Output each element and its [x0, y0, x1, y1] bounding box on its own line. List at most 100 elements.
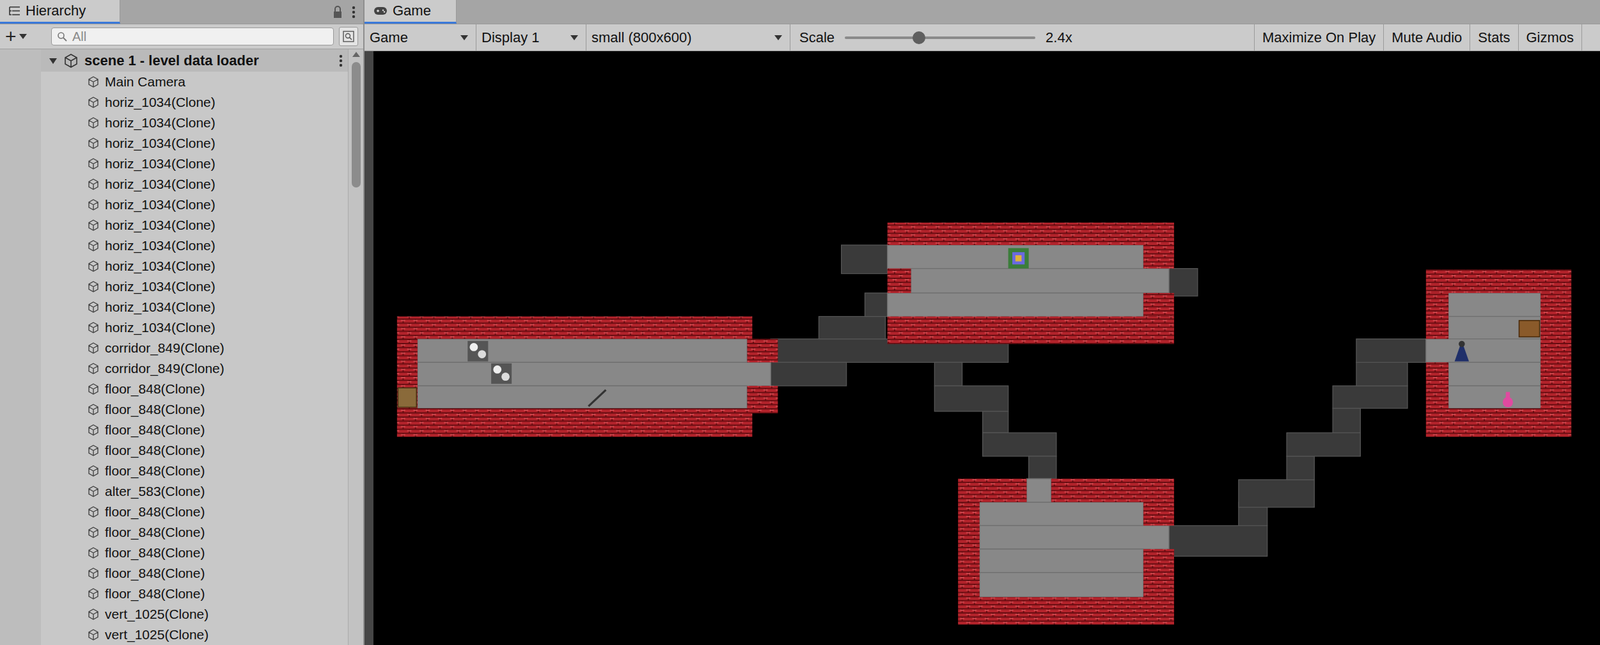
- hierarchy-panel: Hierarchy+Allscene 1 - level data loader…: [0, 0, 365, 645]
- gameobject-cube-icon: [86, 75, 100, 89]
- hierarchy-scrollbar[interactable]: [347, 49, 364, 645]
- altar-sprite: [1008, 248, 1029, 269]
- gameobject-cube-icon: [86, 484, 100, 498]
- hierarchy-item[interactable]: floor_848(Clone): [40, 419, 348, 440]
- hierarchy-item[interactable]: floor_848(Clone): [40, 501, 348, 522]
- player-sprite: [1454, 340, 1469, 362]
- scene-options-icon[interactable]: [338, 54, 343, 68]
- scale-slider[interactable]: [844, 36, 1036, 40]
- more-options-icon[interactable]: [351, 5, 356, 19]
- hierarchy-item[interactable]: floor_848(Clone): [40, 583, 348, 604]
- hierarchy-item[interactable]: floor_848(Clone): [40, 542, 348, 563]
- hierarchy-item[interactable]: floor_848(Clone): [40, 521, 348, 543]
- hierarchy-item[interactable]: floor_848(Clone): [40, 378, 348, 400]
- search-field[interactable]: All: [51, 27, 334, 46]
- hierarchy-item[interactable]: floor_848(Clone): [40, 562, 348, 584]
- hierarchy-tab[interactable]: Hierarchy: [0, 0, 121, 24]
- gameobject-cube-icon: [86, 341, 100, 355]
- dropdown-arrow-icon: [19, 33, 27, 40]
- hierarchy-item[interactable]: corridor_849(Clone): [40, 337, 348, 359]
- game-toolbar: GameDisplay 1small (800x600)Scale2.4xMax…: [364, 24, 1600, 52]
- hierarchy-item[interactable]: horiz_1034(Clone): [40, 276, 348, 297]
- search-mode-button[interactable]: [338, 26, 359, 47]
- hierarchy-item[interactable]: horiz_1034(Clone): [40, 317, 348, 338]
- hierarchy-item[interactable]: horiz_1034(Clone): [40, 153, 348, 174]
- potion-sprite: [1502, 392, 1514, 408]
- search-mode-icon: [342, 30, 355, 43]
- dropdown-arrow-icon: [570, 35, 579, 41]
- gameobject-cube-icon: [86, 239, 100, 252]
- hierarchy-list-area: scene 1 - level data loaderMain Cameraho…: [0, 49, 364, 645]
- toolbar-toggle[interactable]: Maximize On Play: [1254, 24, 1384, 51]
- gameobject-cube-icon: [86, 566, 100, 580]
- viewport-margin: [364, 51, 374, 645]
- gameobject-cube-icon: [86, 587, 100, 600]
- gameobject-cube-icon: [86, 546, 100, 559]
- gameobject-cube-icon: [86, 627, 100, 641]
- corridors: [770, 244, 1427, 556]
- gameobject-cube-icon: [86, 259, 100, 273]
- scene-row[interactable]: scene 1 - level data loader: [40, 49, 348, 72]
- hierarchy-list: scene 1 - level data loaderMain Cameraho…: [40, 49, 348, 645]
- scroll-thumb[interactable]: [351, 62, 361, 188]
- hierarchy-item[interactable]: horiz_1034(Clone): [40, 173, 348, 195]
- hierarchy-item[interactable]: floor_848(Clone): [40, 399, 348, 420]
- gameobject-cube-icon: [86, 443, 100, 457]
- gameobject-cube-icon: [86, 198, 100, 212]
- gameobject-cube-icon: [86, 300, 100, 314]
- hierarchy-item[interactable]: vert_1025(Clone): [40, 603, 348, 625]
- resolution-dropdown[interactable]: small (800x600): [586, 24, 791, 51]
- toolbar-toggle[interactable]: Gizmos: [1518, 24, 1583, 51]
- gameobject-cube-icon: [86, 402, 100, 416]
- gameobject-cube-icon: [86, 321, 100, 334]
- hierarchy-item[interactable]: horiz_1034(Clone): [40, 235, 348, 256]
- hierarchy-item[interactable]: vert_1025(Clone): [40, 624, 348, 645]
- hierarchy-item[interactable]: horiz_1034(Clone): [40, 194, 348, 215]
- toolbar-toggle[interactable]: Mute Audio: [1383, 24, 1471, 51]
- game-render: [373, 51, 1600, 645]
- hierarchy-item[interactable]: Main Camera: [40, 71, 348, 93]
- unity-scene-icon: [63, 53, 79, 68]
- hierarchy-item[interactable]: horiz_1034(Clone): [40, 214, 348, 236]
- hierarchy-item[interactable]: horiz_1034(Clone): [40, 255, 348, 277]
- gameobject-cube-icon: [86, 525, 100, 539]
- scale-control: Scale2.4x: [790, 24, 1255, 51]
- display-dropdown[interactable]: Display 1: [476, 24, 587, 51]
- hierarchy-gutter: [0, 49, 41, 645]
- hierarchy-item[interactable]: horiz_1034(Clone): [40, 133, 348, 154]
- expand-arrow-icon[interactable]: [48, 56, 58, 66]
- unity-editor: Hierarchy+Allscene 1 - level data loader…: [0, 0, 1600, 645]
- gameobject-cube-icon: [86, 423, 100, 437]
- toolbar-toggle[interactable]: Stats: [1470, 24, 1519, 51]
- scale-slider-thumb[interactable]: [912, 31, 926, 45]
- gameobject-cube-icon: [86, 464, 100, 478]
- hierarchy-item[interactable]: corridor_849(Clone): [40, 358, 348, 379]
- hierarchy-item[interactable]: horiz_1034(Clone): [40, 112, 348, 134]
- hierarchy-item[interactable]: floor_848(Clone): [40, 460, 348, 481]
- add-button[interactable]: +: [5, 26, 47, 47]
- gameobject-cube-icon: [86, 177, 100, 191]
- lock-icon[interactable]: [332, 5, 343, 19]
- hierarchy-tab-bar: Hierarchy: [0, 0, 364, 25]
- hierarchy-item[interactable]: alter_583(Clone): [40, 480, 348, 502]
- scroll-up-icon[interactable]: [352, 51, 361, 57]
- hierarchy-item[interactable]: horiz_1034(Clone): [40, 296, 348, 318]
- gameobject-cube-icon: [86, 280, 100, 293]
- room-walls: [397, 222, 1572, 625]
- game-tab[interactable]: Game: [364, 0, 457, 24]
- rock-sprite: [467, 340, 512, 384]
- hierarchy-item[interactable]: floor_848(Clone): [40, 439, 348, 461]
- game-viewport: [364, 51, 1600, 645]
- gameobject-cube-icon: [86, 361, 100, 375]
- view-dropdown[interactable]: Game: [364, 24, 477, 51]
- door-sprite: [397, 387, 417, 407]
- gameobject-cube-icon: [86, 505, 100, 518]
- gameobject-cube-icon: [86, 218, 100, 232]
- gameobject-cube-icon: [86, 382, 100, 396]
- gameobject-cube-icon: [86, 607, 100, 621]
- hierarchy-toolbar: +All: [0, 24, 364, 50]
- hierarchy-item[interactable]: horiz_1034(Clone): [40, 92, 348, 113]
- gameobject-cube-icon: [86, 136, 100, 150]
- game-panel: GameGameDisplay 1small (800x600)Scale2.4…: [364, 0, 1600, 645]
- dropdown-arrow-icon: [460, 35, 469, 41]
